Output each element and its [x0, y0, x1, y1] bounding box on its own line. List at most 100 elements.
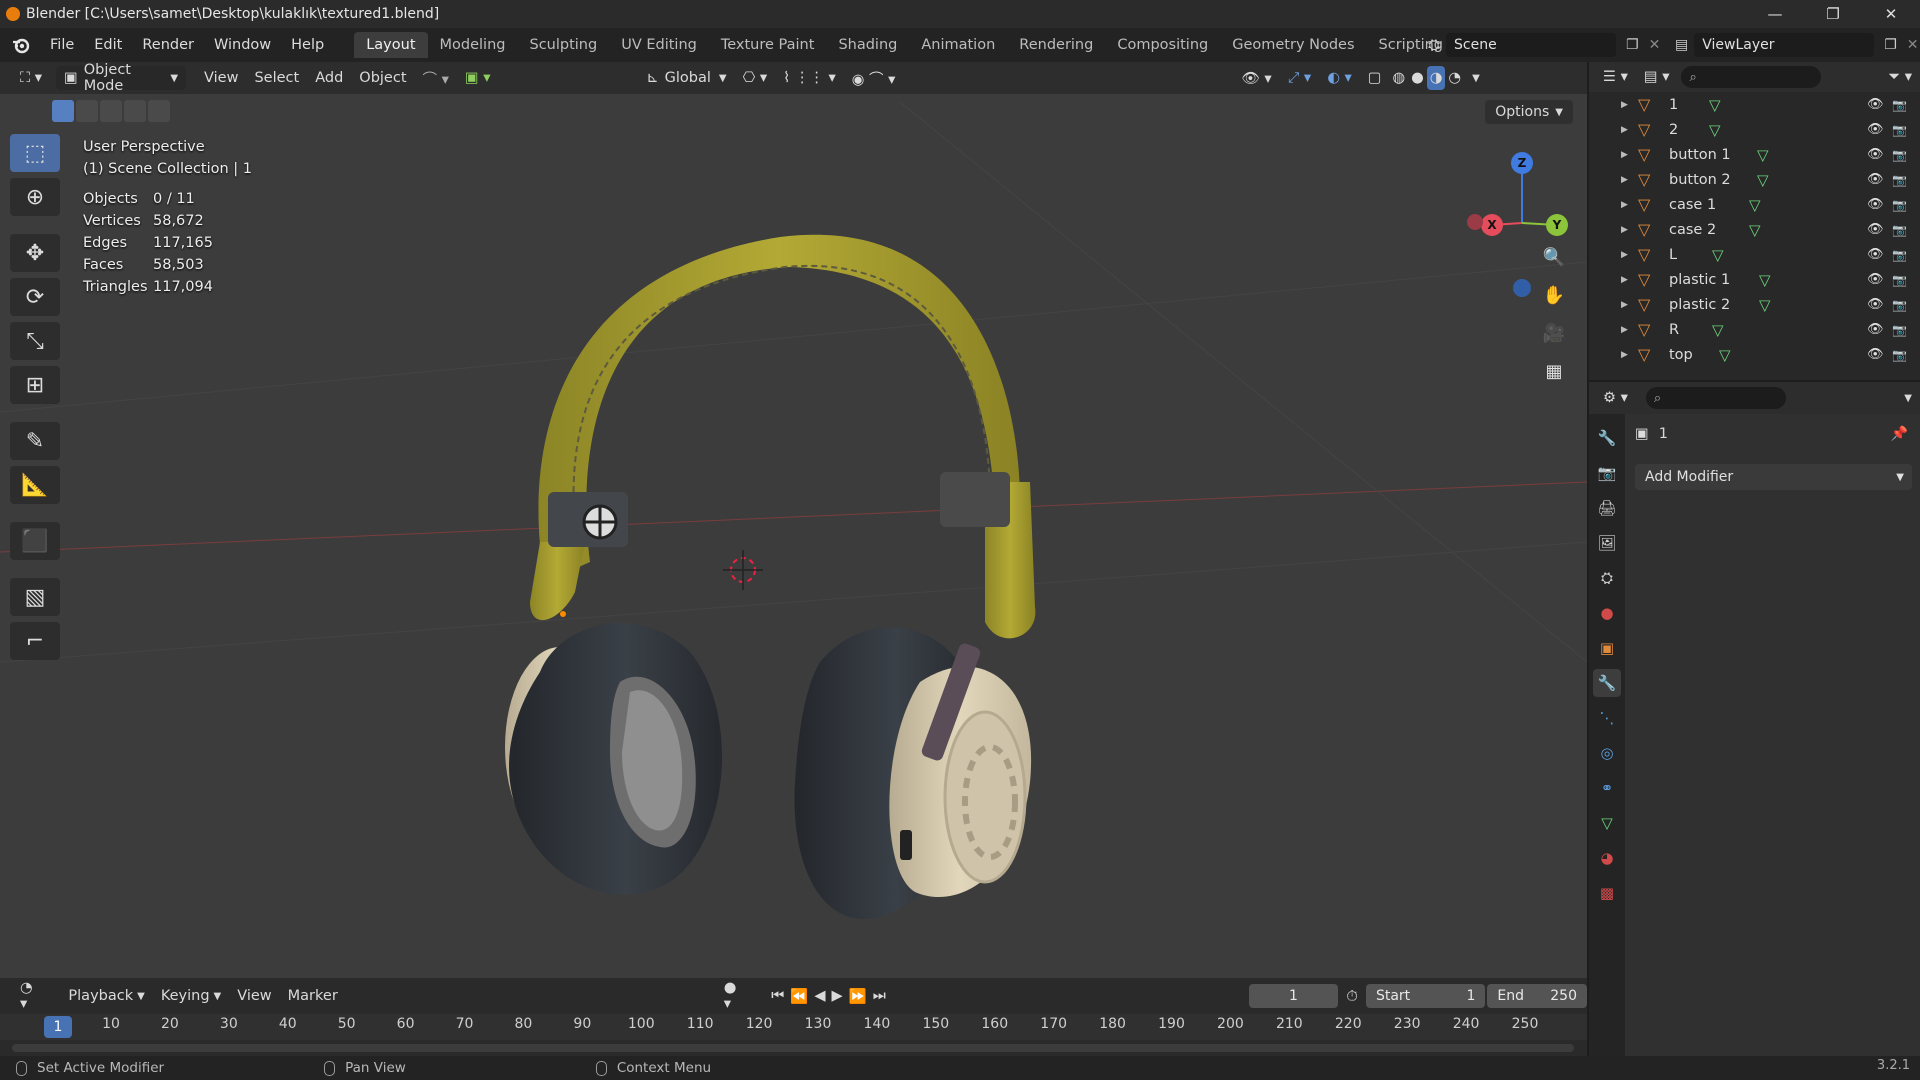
mesh-data-icon[interactable]: ▽: [1759, 271, 1771, 289]
expand-arrow-icon[interactable]: ▶: [1621, 300, 1628, 310]
start-frame-field[interactable]: Start 1: [1365, 984, 1486, 1008]
options-button[interactable]: Options ▼: [1485, 100, 1573, 124]
render-camera-icon[interactable]: 📷: [1892, 273, 1907, 287]
move-tool-icon[interactable]: ✥: [10, 234, 60, 272]
cursor-tool-icon[interactable]: ⊕: [10, 178, 60, 216]
output-tab-icon[interactable]: 🖨: [1593, 494, 1621, 522]
gizmo-z-axis[interactable]: Z: [1511, 152, 1533, 174]
object-tab-icon[interactable]: ▣: [1593, 634, 1621, 662]
mesh-data-icon[interactable]: ▽: [1709, 96, 1721, 114]
outliner-row[interactable]: ▶ ▽ 1 ▽ 👁 📷: [1589, 92, 1920, 117]
tab-compositing[interactable]: Compositing: [1105, 32, 1220, 58]
particles-tab-icon[interactable]: ⋱: [1593, 704, 1621, 732]
expand-arrow-icon[interactable]: ▶: [1621, 350, 1628, 360]
tab-layout[interactable]: Layout: [354, 32, 428, 58]
perspective-grid-icon[interactable]: ▦: [1538, 356, 1570, 386]
xray-toggle-icon[interactable]: ▢: [1360, 66, 1390, 90]
restore-button[interactable]: ❐: [1804, 0, 1862, 28]
jump-start-icon[interactable]: ⏮: [768, 984, 787, 1008]
render-camera-icon[interactable]: 📷: [1892, 198, 1907, 212]
menu-window[interactable]: Window: [204, 28, 281, 62]
outliner-row[interactable]: ▶ ▽ button 1 ▽ 👁 📷: [1589, 142, 1920, 167]
pivot-icon[interactable]: ⎔ ▾: [735, 66, 776, 90]
snap-target-icon[interactable]: ▣ ▾: [457, 66, 499, 90]
visibility-eye-icon[interactable]: 👁: [1867, 147, 1884, 162]
visibility-icon[interactable]: 👁 ▾: [1233, 66, 1279, 90]
render-camera-icon[interactable]: 📷: [1892, 223, 1907, 237]
visibility-eye-icon[interactable]: 👁: [1867, 97, 1884, 112]
mesh-data-icon[interactable]: ▽: [1757, 146, 1769, 164]
transform-orientation[interactable]: ⊾ Global ▼: [639, 66, 735, 90]
render-camera-icon[interactable]: 📷: [1892, 173, 1907, 187]
outliner-row[interactable]: ▶ ▽ case 2 ▽ 👁 📷: [1589, 217, 1920, 242]
outliner-row[interactable]: ▶ ▽ L ▽ 👁 📷: [1589, 242, 1920, 267]
outliner-row[interactable]: ▶ ▽ plastic 1 ▽ 👁 📷: [1589, 267, 1920, 292]
menu-edit[interactable]: Edit: [84, 28, 132, 62]
viewlayer-field[interactable]: ViewLayer: [1694, 33, 1875, 57]
playhead[interactable]: 1: [44, 1016, 72, 1038]
shading-options-icon[interactable]: ▼: [1464, 66, 1488, 90]
pan-hand-icon[interactable]: ✋: [1538, 280, 1570, 310]
scene-field[interactable]: Scene: [1446, 33, 1617, 57]
outliner-item-label[interactable]: plastic 1: [1669, 272, 1730, 288]
material-tab-icon[interactable]: ◕: [1593, 844, 1621, 872]
shading-wireframe-icon[interactable]: ◍: [1389, 66, 1408, 90]
menu-help[interactable]: Help: [281, 28, 334, 62]
menu-add[interactable]: Add: [307, 66, 351, 90]
constraints-tab-icon[interactable]: ⚭: [1593, 774, 1621, 802]
visibility-eye-icon[interactable]: 👁: [1867, 247, 1884, 262]
add-modifier-button[interactable]: Add Modifier ▼: [1635, 464, 1912, 490]
outliner-row[interactable]: ▶ ▽ 2 ▽ 👁 📷: [1589, 117, 1920, 142]
shading-material-icon[interactable]: ◑: [1426, 66, 1446, 90]
blender-logo-icon[interactable]: [10, 34, 32, 56]
modifier-tab-icon[interactable]: 🔧: [1593, 669, 1621, 697]
close-button[interactable]: ✕: [1862, 0, 1920, 28]
visibility-eye-icon[interactable]: 👁: [1867, 122, 1884, 137]
render-camera-icon[interactable]: 📷: [1892, 123, 1907, 137]
play-reverse-icon[interactable]: ◀: [811, 984, 828, 1008]
select-box-tool-icon[interactable]: ⬚: [10, 134, 60, 172]
render-camera-icon[interactable]: 📷: [1892, 323, 1907, 337]
outliner-item-label[interactable]: plastic 2: [1669, 297, 1730, 313]
outliner-search-input[interactable]: ⌕: [1681, 66, 1822, 88]
outliner-row[interactable]: ▶ ▽ case 1 ▽ 👁 📷: [1589, 192, 1920, 217]
snap-icon[interactable]: ⌇ ⋮⋮ ▾: [775, 66, 844, 90]
outliner-item-label[interactable]: top: [1669, 347, 1693, 363]
outliner-row[interactable]: ▶ ▽ R ▽ 👁 📷: [1589, 317, 1920, 342]
expand-arrow-icon[interactable]: ▶: [1621, 125, 1628, 135]
menu-keying[interactable]: Keying ▼: [153, 984, 229, 1008]
outliner-editor-type-icon[interactable]: ☰ ▾: [1595, 65, 1636, 89]
properties-search-input[interactable]: ⌕: [1645, 387, 1786, 409]
menu-select[interactable]: Select: [246, 66, 307, 90]
mesh-data-icon[interactable]: ▽: [1709, 121, 1721, 139]
visibility-eye-icon[interactable]: 👁: [1867, 347, 1884, 362]
menu-marker[interactable]: Marker: [280, 984, 346, 1008]
expand-arrow-icon[interactable]: ▶: [1621, 175, 1628, 185]
transform-tool-icon[interactable]: ⊞: [10, 366, 60, 404]
scene-tab-icon[interactable]: ⛭: [1593, 564, 1621, 592]
select-intersect-icon[interactable]: [148, 100, 170, 122]
outliner-item-label[interactable]: L: [1669, 247, 1677, 263]
gizmo-x-axis[interactable]: X: [1481, 214, 1503, 236]
texture-tab-icon[interactable]: ▩: [1593, 879, 1621, 907]
tool-tab-icon[interactable]: 🔧: [1593, 424, 1621, 452]
expand-arrow-icon[interactable]: ▶: [1621, 225, 1628, 235]
gizmo-neg-x-axis[interactable]: [1467, 214, 1483, 230]
world-tab-icon[interactable]: ●: [1593, 599, 1621, 627]
tab-modeling[interactable]: Modeling: [428, 32, 518, 58]
outliner-row[interactable]: ▶ ▽ top ▽ 👁 📷: [1589, 342, 1920, 367]
properties-editor-type-icon[interactable]: ⚙ ▾: [1595, 386, 1636, 410]
curve-tool-icon[interactable]: ⌐: [10, 622, 60, 660]
shading-rendered-icon[interactable]: ◔: [1445, 66, 1464, 90]
view-layer-tab-icon[interactable]: 🖼: [1593, 529, 1621, 557]
mesh-data-icon[interactable]: ▽: [1749, 221, 1761, 239]
remove-viewlayer-icon[interactable]: ✕: [1907, 37, 1919, 53]
mesh-data-icon[interactable]: ▽: [1749, 196, 1761, 214]
scene-icon[interactable]: ⛭: [1428, 36, 1440, 54]
expand-arrow-icon[interactable]: ▶: [1621, 250, 1628, 260]
render-tab-icon[interactable]: 📷: [1593, 459, 1621, 487]
end-frame-field[interactable]: End 250: [1487, 984, 1587, 1008]
outliner-item-label[interactable]: case 2: [1669, 222, 1716, 238]
physics-tab-icon[interactable]: ◎: [1593, 739, 1621, 767]
visibility-eye-icon[interactable]: 👁: [1867, 172, 1884, 187]
